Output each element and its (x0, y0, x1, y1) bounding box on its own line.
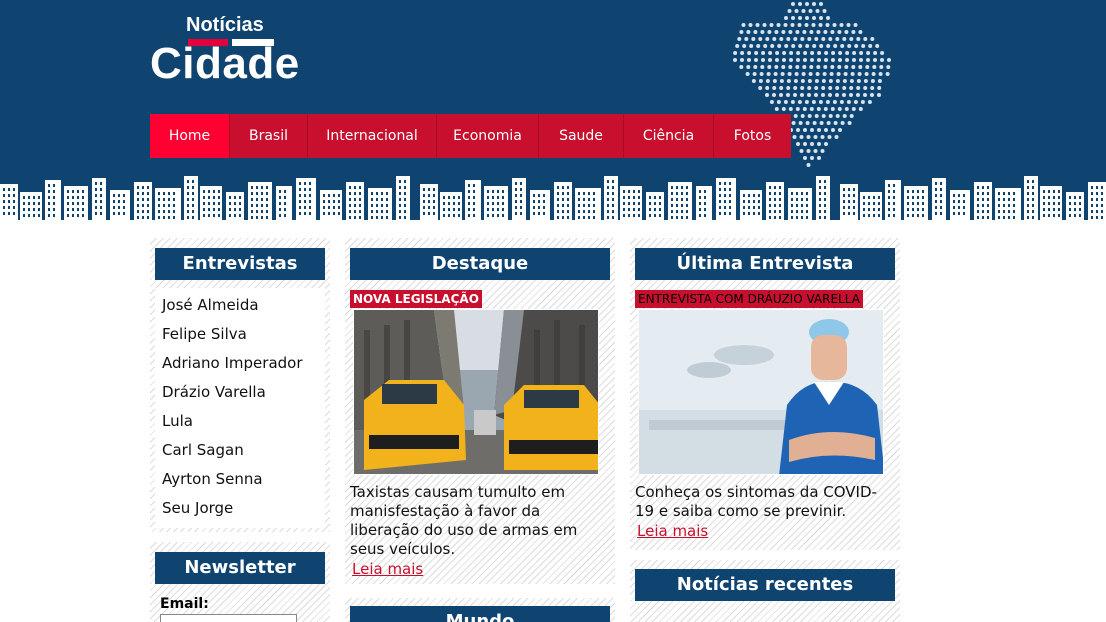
email-label: Email: (160, 596, 209, 612)
nav-item-saude[interactable]: Saude (539, 114, 624, 158)
entrevista-link-adriano-imperador[interactable]: Adriano Imperador (155, 350, 325, 379)
ultima-entrevista-read-more-link[interactable]: Leia mais (637, 522, 708, 540)
destaque-tag: NOVA LEGISLAÇÃO (350, 290, 482, 308)
destaque-read-more-link[interactable]: Leia mais (352, 560, 423, 578)
entrevistas-title: Entrevistas (155, 248, 325, 280)
mundo-panel: Mundo (345, 598, 615, 622)
entrevista-link-carl-sagan[interactable]: Carl Sagan (155, 437, 325, 466)
noticias-recentes-title: Notícias recentes (635, 569, 895, 601)
destaque-title: Destaque (350, 248, 610, 280)
logo-top-text: Notícias (186, 14, 264, 36)
site-logo[interactable]: Notícias Cidade (150, 14, 320, 94)
newsletter-panel: Newsletter Email: (150, 542, 330, 622)
ultima-entrevista-panel: Última Entrevista ENTREVISTA COM DRÁUZIO… (630, 238, 900, 550)
email-field[interactable] (160, 614, 297, 622)
ultima-entrevista-title: Última Entrevista (635, 248, 895, 280)
noticias-recentes-panel: Notícias recentes (630, 560, 900, 622)
entrevista-link-felipe-silva[interactable]: Felipe Silva (155, 321, 325, 350)
main-nav: Home Brasil Internacional Economia Saude… (150, 114, 791, 158)
entrevistas-list: José Almeida Felipe Silva Adriano Impera… (155, 288, 325, 528)
nav-item-economia[interactable]: Economia (437, 114, 539, 158)
entrevista-link-drazio-varella[interactable]: Drázio Varella (155, 379, 325, 408)
entrevista-link-ayrton-senna[interactable]: Ayrton Senna (155, 466, 325, 495)
mundo-title: Mundo (350, 606, 610, 622)
nav-item-fotos[interactable]: Fotos (714, 114, 791, 158)
city-skyline-decoration (0, 176, 1106, 222)
entrevista-link-seu-jorge[interactable]: Seu Jorge (155, 495, 325, 524)
site-header: Notícias Cidade Home Brasil Internaciona… (0, 0, 1106, 222)
logo-main-text: Cidade (150, 39, 300, 88)
entrevista-link-lula[interactable]: Lula (155, 408, 325, 437)
destaque-photo-taxis[interactable] (353, 309, 599, 475)
entrevistas-panel: Entrevistas José Almeida Felipe Silva Ad… (150, 238, 330, 532)
destaque-text: Taxistas causam tumulto em manisfestação… (350, 483, 578, 558)
nav-item-brasil[interactable]: Brasil (230, 114, 308, 158)
nav-item-home[interactable]: Home (150, 114, 230, 158)
destaque-panel: Destaque NOVA LEGISLAÇÃO Taxistas causam… (345, 238, 615, 584)
ultima-entrevista-tag: ENTREVISTA COM DRÁUZIO VARELLA (635, 290, 863, 308)
entrevista-link-jose-almeida[interactable]: José Almeida (155, 292, 325, 321)
nav-item-ciencia[interactable]: Ciência (624, 114, 714, 158)
nav-item-internacional[interactable]: Internacional (308, 114, 437, 158)
ultima-entrevista-photo-doctor[interactable] (638, 309, 884, 475)
newsletter-title: Newsletter (155, 552, 325, 584)
ultima-entrevista-text: Conheça os sintomas da COVID-19 e saiba … (635, 483, 877, 520)
